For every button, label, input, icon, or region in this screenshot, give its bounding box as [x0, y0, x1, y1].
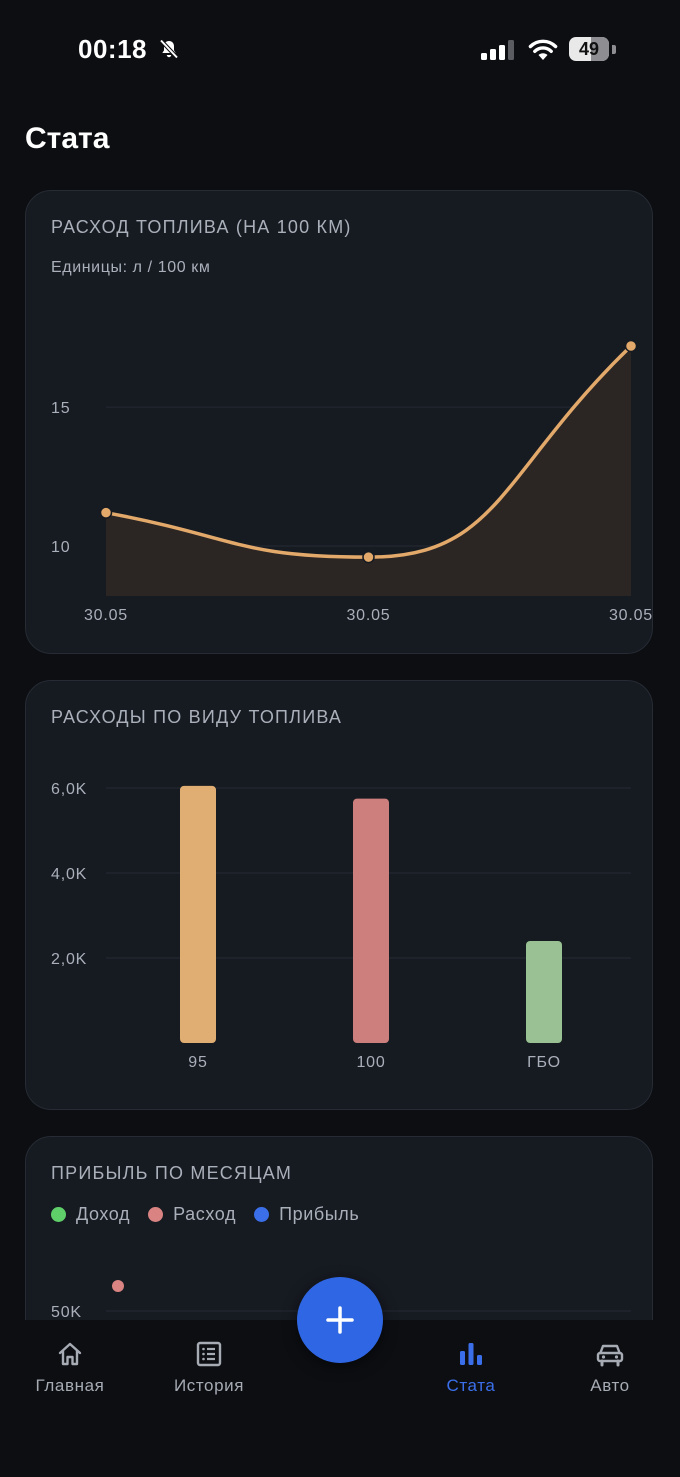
- bell-muted-icon: [158, 38, 180, 65]
- bar: [353, 798, 389, 1043]
- tab-label: Главная: [35, 1376, 105, 1395]
- fuel-expenses-chart: 2,0K 4,0K 6,0K 95 100 ГБО: [51, 781, 631, 1071]
- tab-label: Авто: [590, 1376, 630, 1395]
- battery-tip: [612, 45, 616, 54]
- x-tick-label: ГБО: [527, 1054, 561, 1071]
- fuel-consumption-chart: 10 15 30.05 30.05 30.05: [51, 339, 653, 624]
- y-tick-label: 2,0K: [51, 951, 87, 968]
- tab-label: История: [173, 1376, 245, 1395]
- home-icon: [58, 1342, 82, 1366]
- x-tick-label: 100: [356, 1054, 385, 1071]
- x-tick-label: 30.05: [84, 607, 128, 624]
- data-point: [362, 550, 375, 564]
- y-tick-label: 4,0K: [51, 866, 87, 883]
- list-icon: [196, 1341, 222, 1367]
- add-button[interactable]: [297, 1277, 383, 1363]
- x-tick-label: 95: [188, 1054, 207, 1071]
- bar-chart-icon: [460, 1343, 482, 1365]
- tab-history[interactable]: История: [144, 1340, 274, 1396]
- car-icon: [596, 1344, 624, 1367]
- x-tick-label: 30.05: [346, 607, 390, 624]
- wifi-icon: [527, 38, 559, 67]
- fuel-consumption-card: РАСХОД ТОПЛИВА (НА 100 КМ) Единицы: л / …: [25, 190, 653, 654]
- tab-stats[interactable]: Стата: [406, 1340, 536, 1396]
- battery-icon: 49: [569, 37, 609, 61]
- x-tick-label: 30.05: [609, 607, 653, 624]
- battery-level: 49: [578, 39, 600, 59]
- y-tick-label: 10: [51, 539, 70, 556]
- bar: [180, 785, 216, 1043]
- tab-home[interactable]: Главная: [5, 1340, 135, 1396]
- tab-auto[interactable]: Авто: [545, 1340, 675, 1396]
- plus-icon: [326, 1306, 354, 1334]
- y-tick-label: 50K: [51, 1304, 82, 1321]
- bar: [526, 941, 562, 1043]
- cellular-signal-icon: [481, 40, 517, 65]
- y-tick-label: 6,0K: [51, 781, 87, 798]
- y-tick-label: 15: [51, 400, 70, 417]
- data-point: [112, 1280, 124, 1292]
- data-point: [624, 339, 638, 353]
- tab-label: Стата: [446, 1376, 496, 1395]
- fuel-expenses-card: РАСХОДЫ ПО ВИДУ ТОПЛИВА 2,0K 4,0K 6,0K 95 10…: [25, 680, 653, 1110]
- page-title: Стата: [25, 122, 110, 155]
- data-point: [99, 506, 113, 519]
- status-time: 00:18: [78, 34, 147, 64]
